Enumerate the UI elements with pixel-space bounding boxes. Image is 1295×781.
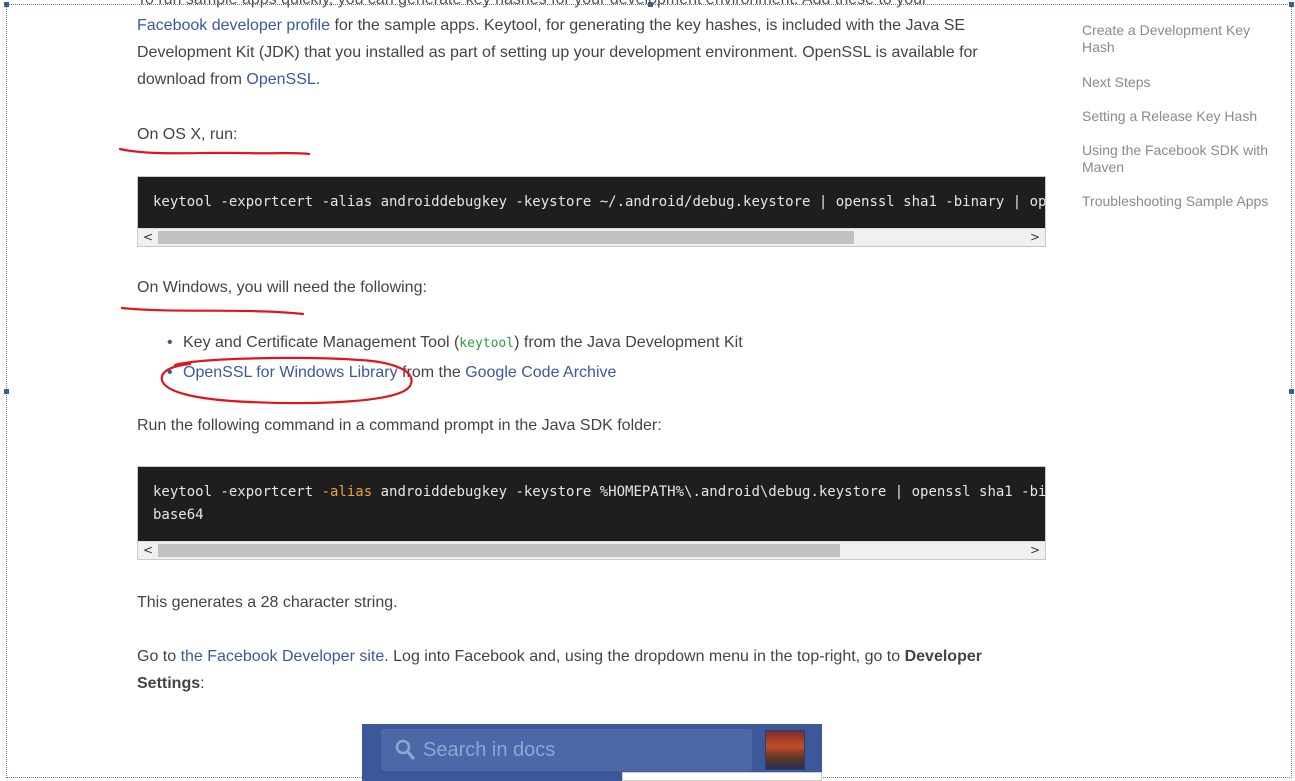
underline-windows-annotation xyxy=(120,306,305,316)
windows-code-line-1[interactable]: keytool -exportcert -alias androiddebugk… xyxy=(138,467,1045,504)
windows-code-block: keytool -exportcert -alias androiddebugk… xyxy=(137,466,1046,560)
windows-heading: On Windows, you will need the following: xyxy=(137,279,427,296)
osx-code-block: keytool -exportcert -alias androiddebugk… xyxy=(137,176,1046,247)
toc-item-setting-release-key-hash[interactable]: Setting a Release Key Hash xyxy=(1082,108,1282,125)
facebook-developer-site-link[interactable]: the Facebook Developer site xyxy=(181,648,385,665)
openssl-link[interactable]: OpenSSL xyxy=(246,71,315,88)
keytool-inline-code: keytool xyxy=(459,336,515,351)
google-code-archive-link[interactable]: Google Code Archive xyxy=(465,364,616,381)
run-command-instruction: Run the following command in a command p… xyxy=(137,417,662,434)
scroll-left-arrow[interactable]: < xyxy=(139,542,157,559)
toc-item-next-steps[interactable]: Next Steps xyxy=(1082,74,1282,91)
list-item: OpenSSL for Windows Library from the Goo… xyxy=(167,359,743,389)
scroll-thumb[interactable] xyxy=(158,544,840,557)
osx-code-scrollbar[interactable]: < > xyxy=(138,228,1045,246)
scroll-left-arrow[interactable]: < xyxy=(139,229,157,246)
osx-code-text[interactable]: keytool -exportcert -alias androiddebugk… xyxy=(138,177,1045,214)
generates-text: This generates a 28 character string. xyxy=(137,594,398,611)
goto-paragraph-line-1: Go to the Facebook Developer site. Log i… xyxy=(137,648,982,665)
intro-paragraph-line-1: Facebook developer profile for the sampl… xyxy=(137,17,966,34)
goto-paragraph-line-2: Settings: xyxy=(137,675,205,692)
toc-item-troubleshooting-sample-apps[interactable]: Troubleshooting Sample Apps xyxy=(1082,193,1282,210)
avatar xyxy=(765,730,805,770)
intro-paragraph-line-2: Development Kit (JDK) that you installed… xyxy=(137,44,978,61)
osx-heading: On OS X, run: xyxy=(137,126,238,143)
intro-paragraph-line-3: download from OpenSSL. xyxy=(137,71,321,88)
list-item: Key and Certificate Management Tool (key… xyxy=(167,329,743,359)
scroll-right-arrow[interactable]: > xyxy=(1026,229,1044,246)
search-box: Search in docs xyxy=(381,729,752,771)
underline-osx-annotation xyxy=(118,147,311,156)
search-icon xyxy=(395,739,415,760)
resize-handle-middle-left[interactable] xyxy=(4,389,9,394)
resize-handle-middle-right[interactable] xyxy=(1289,389,1294,394)
scroll-right-arrow[interactable]: > xyxy=(1026,542,1044,559)
toc-item-create-development-key-hash[interactable]: Create a Development Key Hash xyxy=(1082,22,1282,56)
resize-handle-top-left[interactable] xyxy=(4,2,9,7)
windows-requirements-list: Key and Certificate Management Tool (key… xyxy=(167,329,743,389)
toc-item-using-facebook-sdk-with-maven[interactable]: Using the Facebook SDK with Maven xyxy=(1082,142,1282,176)
resize-handle-top-right[interactable] xyxy=(1289,2,1294,7)
facebook-developer-profile-link[interactable]: Facebook developer profile xyxy=(137,17,330,34)
dropdown-menu-edge xyxy=(622,772,822,781)
search-placeholder: Search in docs xyxy=(423,739,556,761)
windows-code-line-2[interactable]: base64 xyxy=(138,504,1045,527)
windows-code-scrollbar[interactable]: < > xyxy=(138,541,1045,559)
openssl-windows-library-link[interactable]: OpenSSL for Windows Library xyxy=(183,364,398,381)
scroll-thumb[interactable] xyxy=(158,231,854,244)
embedded-screenshot-search-bar: Search in docs xyxy=(362,724,822,781)
